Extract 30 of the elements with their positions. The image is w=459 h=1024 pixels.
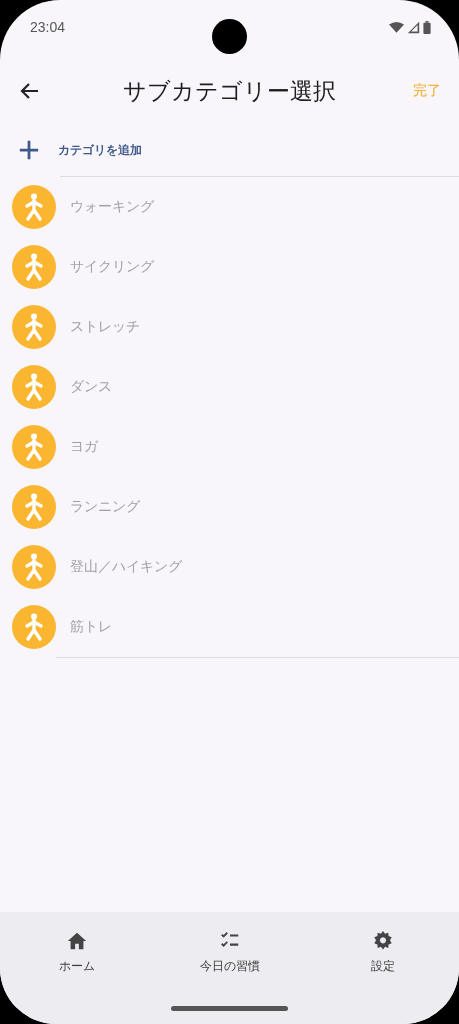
walking-person-icon <box>12 485 56 529</box>
nav-tab[interactable]: 今日の習慣 <box>153 928 306 977</box>
subcategory-name: サイクリング <box>70 257 154 276</box>
done-button[interactable]: 完了 <box>413 82 441 100</box>
walking-person-icon <box>12 305 56 349</box>
nav-tab[interactable]: 設定 <box>306 928 459 977</box>
status-time: 23:04 <box>30 19 66 35</box>
subcategory-name: ストレッチ <box>70 317 140 336</box>
walking-person-icon <box>12 245 56 289</box>
walking-person-icon <box>12 605 56 649</box>
walking-person-icon <box>12 425 56 469</box>
subcategory-name: 登山／ハイキング <box>70 557 182 576</box>
camera-hole <box>212 19 247 54</box>
screen-title: サブカテゴリー選択 <box>122 76 337 106</box>
subcategory-name: 筋トレ <box>70 617 112 636</box>
signal-icon <box>406 21 421 34</box>
wifi-icon <box>389 21 404 34</box>
settings-icon <box>371 930 394 952</box>
nav-tab[interactable]: ホーム <box>0 928 153 977</box>
subcategory-name: ランニング <box>70 497 140 516</box>
walking-person-icon <box>12 185 56 229</box>
subcategory-name: ダンス <box>70 377 112 396</box>
walking-person-icon <box>12 365 56 409</box>
subcategory-name: ヨガ <box>70 437 98 456</box>
battery-icon <box>423 21 431 34</box>
home-icon <box>65 930 88 952</box>
plus-icon <box>18 139 40 161</box>
add-category-button[interactable]: カテゴリを追加 <box>0 124 459 176</box>
subcategory-name: ウォーキング <box>70 197 154 216</box>
walking-person-icon <box>12 545 56 589</box>
